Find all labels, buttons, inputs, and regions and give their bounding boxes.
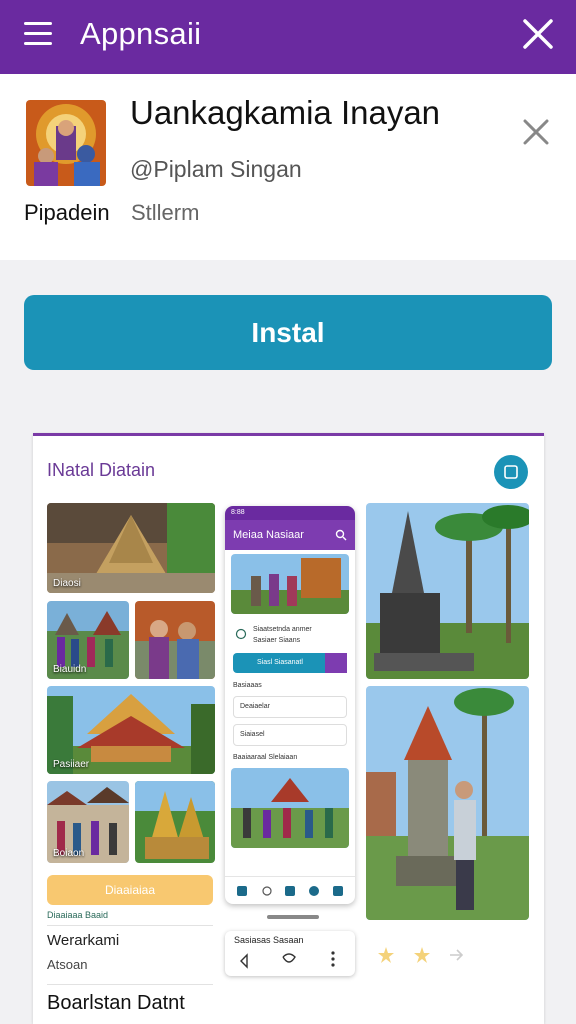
close-icon[interactable] (520, 16, 556, 52)
screenshot-preview: INatal Diatain Diaosi Biauidn Pasiiaer B… (33, 433, 544, 1024)
hamburger-icon[interactable] (24, 22, 52, 45)
app-name: Uankagkamia Inayan (130, 94, 441, 131)
phone-group-photo[interactable] (231, 768, 349, 848)
phone-row: Siaatsetnda anmer (253, 626, 312, 633)
photo-pavilion[interactable]: Pasiiaer (47, 686, 215, 774)
info-link[interactable]: Diaaiaaa Baaid (47, 910, 108, 920)
info-subtitle: Atsoan (47, 957, 88, 972)
photo-two-women[interactable] (135, 601, 215, 679)
phone-action-end (325, 653, 347, 673)
phone-hero-photo[interactable] (231, 554, 349, 614)
phone-nav-icons[interactable] (225, 877, 355, 904)
photo-caption: Pasiiaer (53, 759, 90, 770)
share-card[interactable]: Sasiasas Sasaan (225, 931, 355, 976)
app-handle[interactable]: @Piplam Singan (130, 156, 302, 183)
app-category: Stllerm (131, 200, 200, 225)
photo-caption: Diaosi (53, 578, 81, 589)
app-developer[interactable]: Pipadein (24, 200, 110, 226)
dismiss-icon[interactable] (520, 116, 552, 148)
info-title: Werarkami (47, 932, 120, 949)
install-button[interactable]: Instal (24, 295, 552, 370)
phone-nav-bar (225, 876, 355, 904)
phone-label: Baaiaaraal Slelaiaan (233, 754, 298, 761)
app-header-card: Uankagkamia Inayan @Piplam Singan Pipade… (0, 74, 576, 260)
phone-header-title: Meiaa Nasiaar (233, 529, 304, 541)
phone-status-bar: 8:88 (225, 506, 355, 520)
divider (47, 984, 213, 985)
bookmark-icon[interactable] (494, 455, 528, 489)
highlight-button[interactable]: Diaaiaiaa (47, 875, 213, 905)
phone-field[interactable]: Siaiasel (233, 724, 347, 746)
phone-field[interactable]: Deaiaelar (233, 696, 347, 718)
phone-row: Sasiaer Siaans (253, 637, 301, 644)
phone-mockup: 8:88 Meiaa Nasiaar Siaatsetnda anmer Sas… (225, 506, 355, 904)
home-indicator (267, 915, 319, 919)
photo-stone-stupa[interactable] (366, 503, 529, 679)
share-actions-icons[interactable] (225, 931, 355, 976)
search-icon[interactable] (335, 529, 347, 541)
app-bar-title: Appnsaii (80, 16, 202, 51)
section-title: Boarlstan Datnt (47, 992, 185, 1014)
star-icon[interactable] (413, 946, 431, 964)
tab-indicator (223, 433, 353, 436)
top-app-bar: Appnsaii (0, 0, 576, 74)
preview-title: INatal Diatain (47, 460, 156, 480)
phone-action-label: Siasl Siasanatl (257, 659, 303, 666)
radio-icon[interactable] (235, 628, 247, 640)
photo-golden-stupas[interactable] (135, 781, 215, 863)
arrow-right-icon[interactable] (447, 946, 465, 964)
divider (47, 925, 213, 926)
photo-caption: Biauidn (53, 664, 87, 675)
phone-header: Meiaa Nasiaar (225, 520, 355, 550)
star-icon[interactable] (377, 946, 395, 964)
photo-man-shrine[interactable] (366, 686, 529, 920)
phone-action-bar[interactable]: Siasl Siasanatl (233, 653, 347, 673)
photo-village-group[interactable]: Boiaon (47, 781, 129, 863)
phone-label: Basiaaas (233, 682, 262, 689)
photo-caption: Boiaon (53, 848, 85, 859)
app-icon (26, 100, 106, 186)
photo-people-temple[interactable]: Biauidn (47, 601, 129, 679)
photo-pyramid-temple[interactable]: Diaosi (47, 503, 215, 593)
